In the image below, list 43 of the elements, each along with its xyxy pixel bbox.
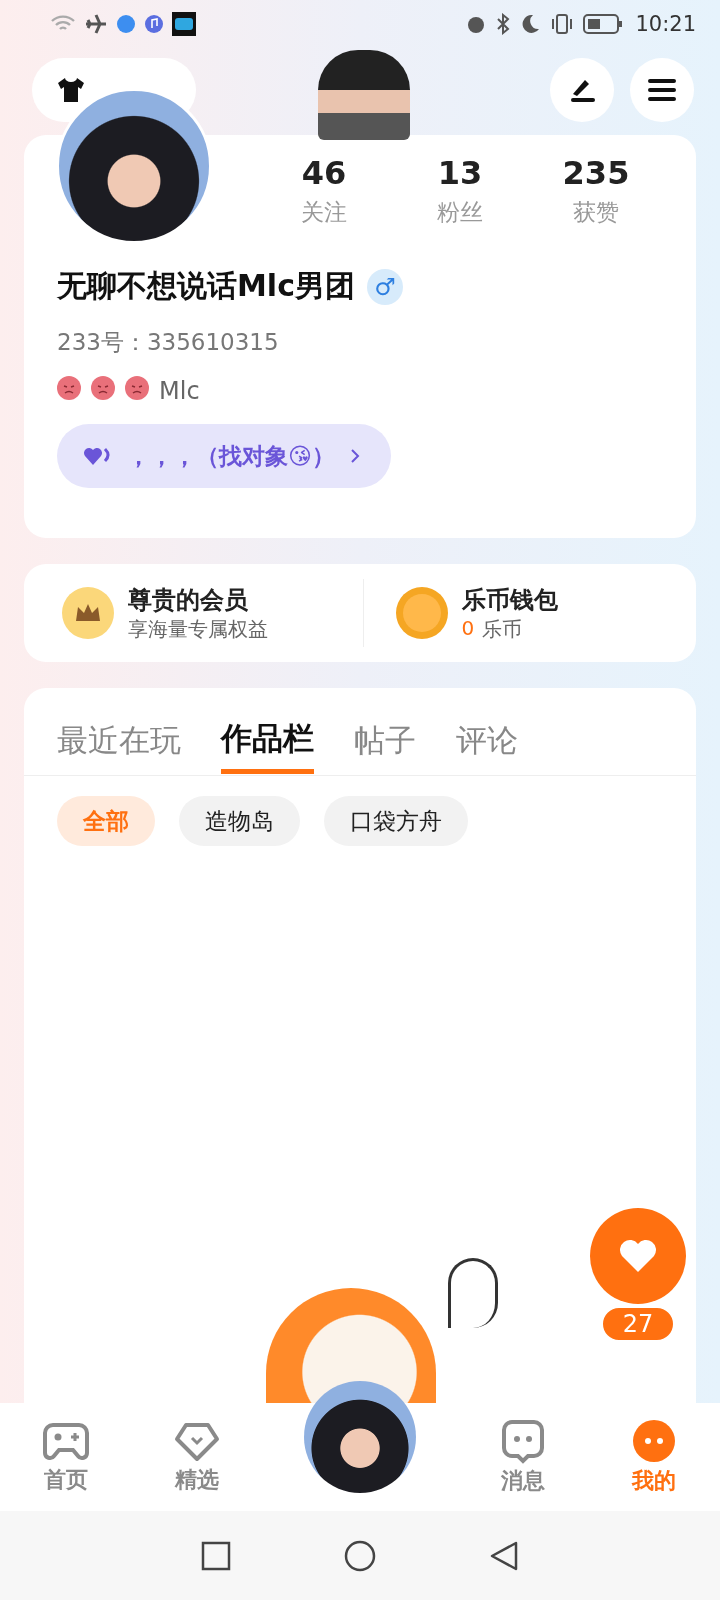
- stat-value: 235: [562, 153, 630, 193]
- profile-tab[interactable]: 最近在玩: [57, 708, 181, 774]
- entry-subtitle: 享海量专属权益: [128, 615, 268, 643]
- back-icon[interactable]: [489, 1539, 519, 1572]
- nav-tab[interactable]: 消息: [497, 1418, 548, 1496]
- entry-title: 乐币钱包: [461, 584, 558, 616]
- music-app-icon: [144, 14, 164, 34]
- stat-label[interactable]: 粉丝: [437, 197, 483, 228]
- menu-icon: [647, 78, 677, 102]
- nav-tab[interactable]: 首页: [40, 1419, 91, 1495]
- user-id: 233号：335610315: [57, 328, 280, 357]
- airplane-icon: [84, 13, 108, 35]
- filter-chip[interactable]: 口袋方舟: [324, 796, 468, 846]
- stat-label[interactable]: 获赞: [573, 197, 619, 228]
- membership-entry[interactable]: 尊贵的会员 享海量专属权益: [24, 579, 363, 647]
- user-name: 无聊不想说话Mlc男团: [57, 267, 355, 305]
- gender-symbol: ♂: [366, 268, 403, 305]
- nav-tab[interactable]: 精选: [172, 1419, 223, 1495]
- bluetooth-icon: [495, 13, 512, 35]
- coin-unit: 乐币: [482, 615, 523, 643]
- nav-tab[interactable]: 我的: [629, 1418, 680, 1496]
- stat-value: 13: [437, 153, 483, 193]
- entry-title: 尊贵的会员: [128, 584, 249, 616]
- gallery-app-icon: [172, 12, 196, 36]
- stat-value: 46: [301, 153, 347, 193]
- clock-time: 10:21: [635, 12, 696, 36]
- crown-icon: [62, 587, 114, 639]
- stat-label[interactable]: 关注: [301, 197, 347, 228]
- recents-icon[interactable]: [201, 1540, 231, 1571]
- filter-chip[interactable]: 全部: [57, 796, 155, 846]
- tag-pill[interactable]: ，，，（找对象😘）: [57, 424, 391, 488]
- profile-tab[interactable]: 帖子: [354, 708, 416, 774]
- home-icon[interactable]: [343, 1538, 377, 1573]
- filter-chip[interactable]: 造物岛: [179, 796, 300, 846]
- t-shirt-icon: [56, 76, 86, 104]
- signature-text: Mlc: [159, 377, 200, 405]
- battery-icon: [583, 13, 624, 35]
- wallet-entry[interactable]: 乐币钱包 0 乐币: [362, 579, 696, 647]
- chevron-right-icon: [349, 448, 361, 464]
- profile-tab[interactable]: 评论: [456, 708, 518, 774]
- coin-balance: 0: [461, 615, 475, 642]
- heart-icon: [618, 1238, 658, 1274]
- coin-icon: [395, 587, 448, 639]
